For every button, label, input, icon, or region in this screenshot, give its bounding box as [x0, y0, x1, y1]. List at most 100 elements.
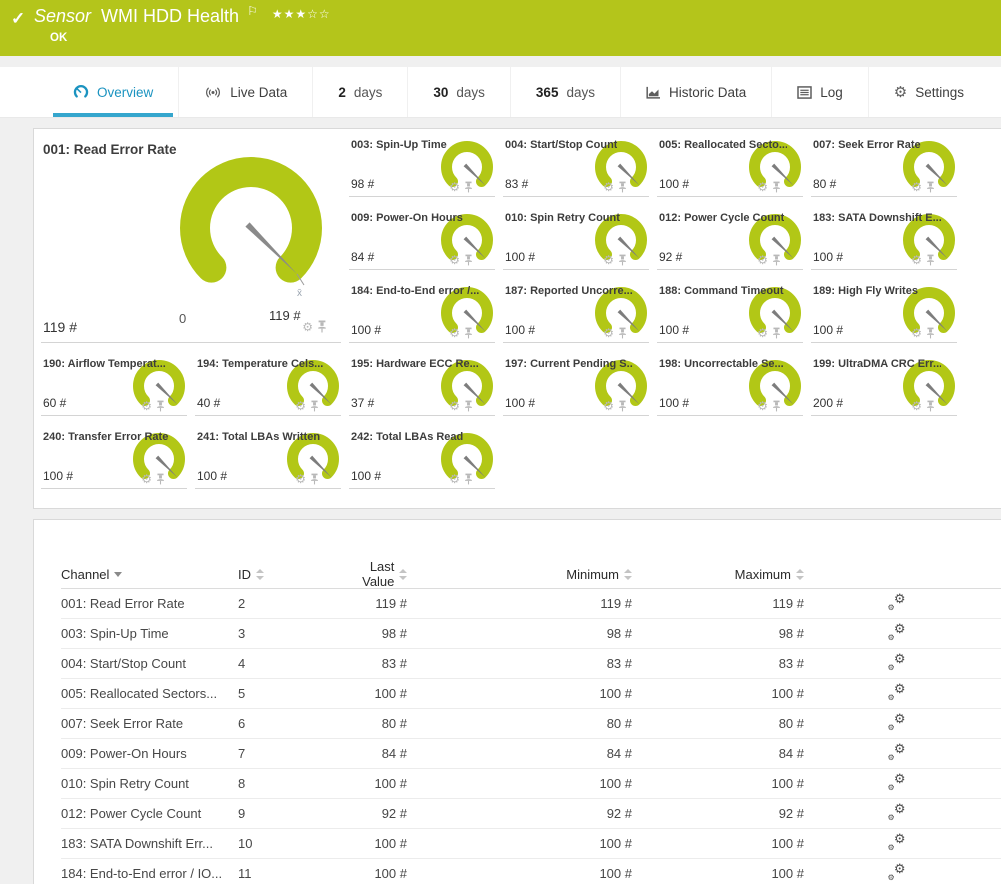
tab-log[interactable]: Log [772, 67, 869, 117]
channel-maximum: 100 # [632, 686, 804, 701]
edit-channel-gears-icon[interactable]: ⚙⚙ [888, 654, 906, 671]
edit-channel-gears-icon[interactable]: ⚙⚙ [888, 834, 906, 851]
pin-icon[interactable] [464, 254, 473, 266]
pin-icon[interactable] [464, 327, 473, 339]
pin-icon[interactable] [464, 400, 473, 412]
gauge-cell: 240: Transfer Error Rate 100 # ⚙ [41, 427, 189, 487]
channel-name[interactable]: 003: Spin-Up Time [61, 626, 238, 641]
channel-settings-gear-icon[interactable]: ⚙ [449, 181, 460, 193]
pin-icon[interactable] [772, 254, 781, 266]
gauge-title: 242: Total LBAs Read [351, 431, 463, 443]
channel-name[interactable]: 012: Power Cycle Count [61, 806, 238, 821]
pin-icon[interactable] [618, 254, 627, 266]
channel-settings-gear-icon[interactable]: ⚙ [757, 327, 768, 339]
channel-settings-gear-icon[interactable]: ⚙ [911, 254, 922, 266]
channel-settings-gear-icon[interactable]: ⚙ [757, 400, 768, 412]
column-header-minimum[interactable]: Minimum [407, 567, 632, 582]
tab-2-days[interactable]: 2 days [313, 67, 408, 117]
channel-settings-gear-icon[interactable]: ⚙ [449, 473, 460, 485]
channel-settings-gear-icon[interactable]: ⚙ [757, 181, 768, 193]
pin-icon[interactable] [156, 400, 165, 412]
edit-channel-gears-icon[interactable]: ⚙⚙ [888, 804, 906, 821]
pin-icon[interactable] [772, 181, 781, 193]
column-header-last-value[interactable]: Last Value [337, 559, 407, 589]
gauge-scale-max: 119 # [269, 308, 301, 323]
gauge-value: 100 # [813, 250, 843, 264]
channel-name[interactable]: 009: Power-On Hours [61, 746, 238, 761]
edit-channel-gears-icon[interactable]: ⚙⚙ [888, 744, 906, 761]
channel-name[interactable]: 001: Read Error Rate [61, 596, 238, 611]
pin-icon[interactable] [926, 254, 935, 266]
channel-name[interactable]: 184: End-to-End error / IO... [61, 866, 238, 881]
channel-settings-gear-icon[interactable]: ⚙ [603, 400, 614, 412]
channel-settings-gear-icon[interactable]: ⚙ [603, 327, 614, 339]
channel-settings-gear-icon[interactable]: ⚙ [911, 181, 922, 193]
pin-icon[interactable] [772, 400, 781, 412]
edit-channel-gears-icon[interactable]: ⚙⚙ [888, 594, 906, 611]
gauge-title: 004: Start/Stop Count [505, 139, 617, 151]
channel-last-value: 80 # [337, 716, 407, 731]
tab-365-days[interactable]: 365 days [511, 67, 621, 117]
column-header-maximum[interactable]: Maximum [632, 567, 804, 582]
sensor-title-line: Sensor WMI HDD Health ⚐ ★★★☆☆ [34, 6, 331, 27]
channel-settings-gear-icon[interactable]: ⚙ [141, 473, 152, 485]
gauge-cell: 190: Airflow Temperat... 60 # ⚙ [41, 354, 189, 414]
pin-icon[interactable] [156, 473, 165, 485]
channel-name[interactable]: 007: Seek Error Rate [61, 716, 238, 731]
gauge-cell-icons: ⚙ [449, 327, 473, 339]
channel-settings-gear-icon[interactable]: ⚙ [302, 321, 313, 333]
gauge-value: 100 # [505, 396, 535, 410]
pin-icon[interactable] [926, 400, 935, 412]
pin-icon[interactable] [618, 327, 627, 339]
pin-icon[interactable] [618, 400, 627, 412]
channel-settings-gear-icon[interactable]: ⚙ [449, 327, 460, 339]
sort-icon [256, 569, 264, 580]
channel-settings-gear-icon[interactable]: ⚙ [295, 400, 306, 412]
channel-settings-gear-icon[interactable]: ⚙ [757, 254, 768, 266]
gauges-grid: 001: Read Error Rate 0 119 # x̄ 119 # ⚙ [34, 129, 1001, 487]
channel-name[interactable]: 004: Start/Stop Count [61, 656, 238, 671]
tab-historic-data[interactable]: Historic Data [621, 67, 772, 117]
tab-label: Live Data [230, 85, 287, 100]
channel-settings-gear-icon[interactable]: ⚙ [141, 400, 152, 412]
tab-settings[interactable]: ⚙ Settings [869, 67, 989, 117]
pin-icon[interactable] [464, 473, 473, 485]
channel-settings-gear-icon[interactable]: ⚙ [295, 473, 306, 485]
edit-channel-gears-icon[interactable]: ⚙⚙ [888, 624, 906, 641]
channel-name[interactable]: 010: Spin Retry Count [61, 776, 238, 791]
edit-channel-gears-icon[interactable]: ⚙⚙ [888, 864, 906, 881]
column-header-channel[interactable]: Channel [61, 567, 238, 582]
channel-settings-gear-icon[interactable]: ⚙ [911, 327, 922, 339]
channel-name[interactable]: 183: SATA Downshift Err... [61, 836, 238, 851]
edit-channel-gears-icon[interactable]: ⚙⚙ [888, 774, 906, 791]
pin-icon[interactable] [464, 181, 473, 193]
column-header-id[interactable]: ID [238, 567, 337, 582]
channel-name[interactable]: 005: Reallocated Sectors... [61, 686, 238, 701]
pin-icon[interactable] [772, 327, 781, 339]
pin-icon[interactable] [310, 473, 319, 485]
channel-settings-gear-icon[interactable]: ⚙ [603, 254, 614, 266]
pin-icon[interactable] [926, 327, 935, 339]
priority-stars[interactable]: ★★★☆☆ [272, 7, 331, 21]
edit-channel-gears-icon[interactable]: ⚙⚙ [888, 684, 906, 701]
channel-settings-gear-icon[interactable]: ⚙ [449, 254, 460, 266]
pin-icon[interactable] [926, 181, 935, 193]
tab-unit: days [456, 85, 485, 100]
pin-icon[interactable] [317, 320, 327, 333]
pin-icon[interactable] [310, 400, 319, 412]
channel-settings-gear-icon[interactable]: ⚙ [603, 181, 614, 193]
channel-settings-gear-icon[interactable]: ⚙ [449, 400, 460, 412]
gauge-title: 007: Seek Error Rate [813, 139, 921, 151]
edit-channel-gears-icon[interactable]: ⚙⚙ [888, 714, 906, 731]
gauge-cell-icons: ⚙ [141, 400, 165, 412]
column-label: Maximum [735, 567, 791, 582]
tab-live-data[interactable]: Live Data [179, 67, 313, 117]
pin-icon[interactable] [618, 181, 627, 193]
gauge-title: 005: Reallocated Secto... [659, 139, 787, 151]
tab-30-days[interactable]: 30 days [408, 67, 511, 117]
channel-settings-gear-icon[interactable]: ⚙ [911, 400, 922, 412]
gauge-value: 80 # [813, 177, 836, 191]
gauge-cell-icons: ⚙ [295, 473, 319, 485]
tab-overview[interactable]: Overview [48, 67, 179, 117]
channel-last-value: 100 # [337, 836, 407, 851]
